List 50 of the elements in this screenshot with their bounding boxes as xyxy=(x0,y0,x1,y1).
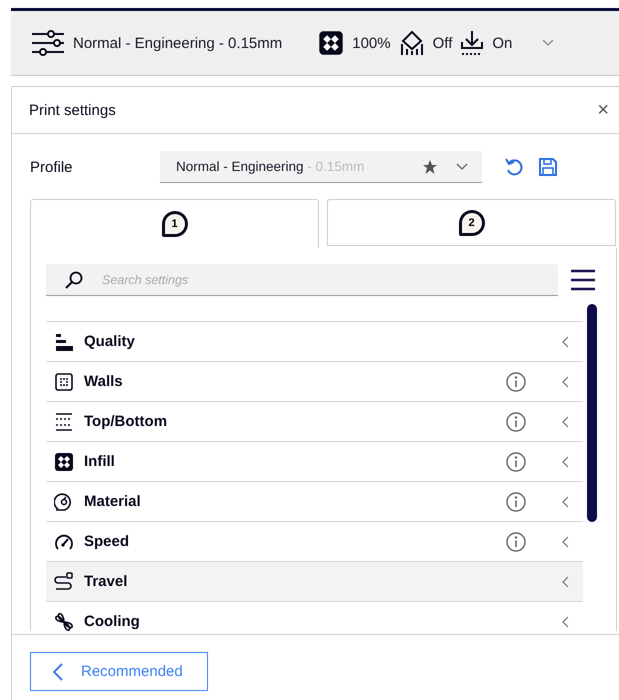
chevron-left-icon xyxy=(562,376,569,388)
adhesion-value: On xyxy=(492,34,512,52)
chevron-left-icon xyxy=(562,576,569,588)
scrollbar[interactable] xyxy=(587,304,597,522)
info-icon[interactable] xyxy=(506,452,526,472)
chevron-down-icon xyxy=(456,162,468,170)
infill-icon xyxy=(54,452,74,472)
category-row[interactable]: Quality xyxy=(46,322,583,362)
undo-icon[interactable] xyxy=(504,157,524,177)
support-value: Off xyxy=(432,34,452,52)
save-icon[interactable] xyxy=(538,157,558,177)
settings-sliders-icon[interactable] xyxy=(31,30,65,56)
spool-icon xyxy=(54,492,74,512)
support-icon xyxy=(398,30,425,56)
profile-summary[interactable]: Normal - Engineering - 0.15mm xyxy=(73,34,282,52)
category-row[interactable]: Cooling xyxy=(46,602,583,631)
quality-icon xyxy=(54,332,74,352)
category-row[interactable]: Infill xyxy=(46,442,583,482)
infill-value: 100% xyxy=(352,34,391,52)
star-icon[interactable] xyxy=(422,158,438,174)
chevron-left-icon xyxy=(562,496,569,508)
info-icon[interactable] xyxy=(506,372,526,392)
travel-icon xyxy=(54,572,74,592)
profile-label: Profile xyxy=(30,158,74,176)
search-icon xyxy=(64,270,84,290)
chevron-left-icon xyxy=(562,416,569,428)
chevron-left-icon xyxy=(562,536,569,548)
panel-title: Print settings xyxy=(29,102,116,118)
chevron-down-icon[interactable] xyxy=(542,39,554,47)
menu-icon[interactable] xyxy=(570,269,596,291)
chevron-left-icon xyxy=(562,616,569,628)
category-row[interactable]: Walls xyxy=(46,362,583,402)
download-icon xyxy=(460,30,484,56)
chevron-left-icon xyxy=(562,456,569,468)
close-button[interactable]: × xyxy=(593,98,613,122)
search-field[interactable]: Search settings xyxy=(46,264,558,296)
info-icon[interactable] xyxy=(506,532,526,552)
category-row[interactable]: Top/Bottom xyxy=(46,402,583,442)
info-icon[interactable] xyxy=(506,412,526,432)
tab[interactable]: 2 xyxy=(327,199,616,246)
infill-icon xyxy=(318,30,344,56)
info-icon[interactable] xyxy=(506,492,526,512)
tab[interactable]: 1 xyxy=(30,199,319,248)
layers-icon xyxy=(54,412,74,432)
chevron-left-icon xyxy=(53,662,63,680)
category-row[interactable]: Travel xyxy=(46,562,583,602)
chevron-left-icon xyxy=(562,336,569,348)
recommended-button[interactable]: Recommended xyxy=(30,652,208,691)
walls-icon xyxy=(54,372,74,392)
category-row[interactable]: Material xyxy=(46,482,583,522)
